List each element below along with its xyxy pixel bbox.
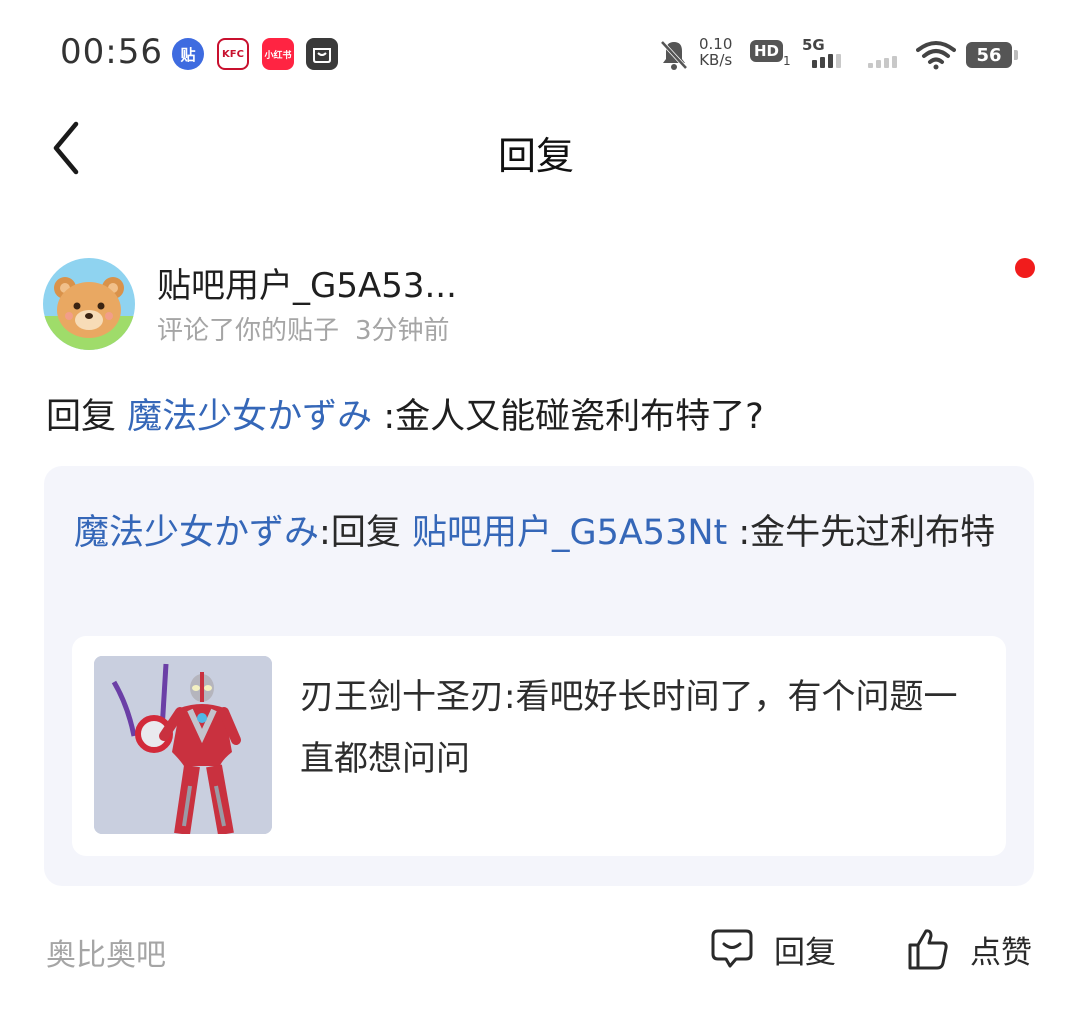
thumbs-up-icon <box>908 929 948 970</box>
action-text: 评论了你的贴子 <box>157 316 340 346</box>
original-post-separator: : <box>504 677 516 717</box>
tieba-icon: 贴 <box>172 38 204 70</box>
username[interactable]: 贴吧用户_G5A53... <box>157 258 457 307</box>
reply-button[interactable]: 回复 <box>710 924 836 974</box>
reply-text: :金人又能碰瓷利布特了? <box>383 397 764 437</box>
reply-content[interactable]: 回复 魔法少女かずみ :金人又能碰瓷利布特了? <box>46 388 1036 439</box>
hd-sim-index: 1 <box>783 54 791 68</box>
original-post-author: 刃王剑十圣刃 <box>300 677 504 717</box>
bear-avatar-icon <box>43 258 135 350</box>
network-speed: 0.10 KB/s <box>699 36 732 68</box>
reply-button-label: 回复 <box>774 934 836 971</box>
time-ago: 3分钟前 <box>355 316 450 346</box>
post-thumbnail <box>94 656 272 834</box>
quote-content: :金牛先过利布特 <box>738 513 996 553</box>
original-post-card[interactable]: 刃王剑十圣刃:看吧好长时间了，有个问题一直都想问问 <box>72 636 1006 856</box>
quote-reply-prefix: 回复 <box>330 513 401 553</box>
like-button[interactable]: 点赞 <box>906 924 1032 974</box>
comment-bubble-icon <box>711 929 753 968</box>
network-type: 5G <box>802 36 825 54</box>
kfc-icon: KFC <box>217 38 249 70</box>
like-button-label: 点赞 <box>970 934 1032 971</box>
forum-name-link[interactable]: 奥比奥吧 <box>46 930 166 974</box>
network-speed-unit: KB/s <box>699 51 733 69</box>
battery-icon: 56 <box>966 42 1018 68</box>
hd-voice-icon: HD <box>750 40 784 62</box>
shopping-bag-icon <box>306 38 338 70</box>
wifi-icon <box>916 41 956 70</box>
reply-prefix: 回复 <box>46 397 117 437</box>
notification-meta: 评论了你的贴子 3分钟前 <box>157 310 450 347</box>
quote-author-link[interactable]: 魔法少女かずみ <box>74 513 319 553</box>
status-bar: 00:56 贴 KFC 小红书 0.10 KB/s HD 1 5G 56 <box>0 0 1072 100</box>
mute-bell-icon <box>660 40 688 70</box>
unread-dot <box>1015 258 1035 278</box>
quote-separator: : <box>319 513 331 553</box>
ultraman-figure-image <box>94 656 272 834</box>
network-speed-value: 0.10 <box>699 35 733 53</box>
xiaohongshu-icon: 小红书 <box>262 38 294 70</box>
quote-target-link[interactable]: 贴吧用户_G5A53Nt <box>412 513 727 553</box>
original-post-text: 刃王剑十圣刃:看吧好长时间了，有个问题一直都想问问 <box>300 666 980 790</box>
status-time: 00:56 <box>60 32 163 72</box>
avatar[interactable] <box>43 258 135 350</box>
quoted-comment-text: 魔法少女かずみ:回复 贴吧用户_G5A53Nt :金牛先过利布特 <box>74 504 1004 562</box>
signal-strength-icon <box>812 54 841 68</box>
quoted-comment-card[interactable]: 魔法少女かずみ:回复 贴吧用户_G5A53Nt :金牛先过利布特 刃王剑十圣刃:… <box>44 466 1034 886</box>
page-title: 回复 <box>497 134 574 178</box>
mentioned-user-link[interactable]: 魔法少女かずみ <box>127 397 372 437</box>
signal-strength-sim2-icon <box>868 56 897 68</box>
